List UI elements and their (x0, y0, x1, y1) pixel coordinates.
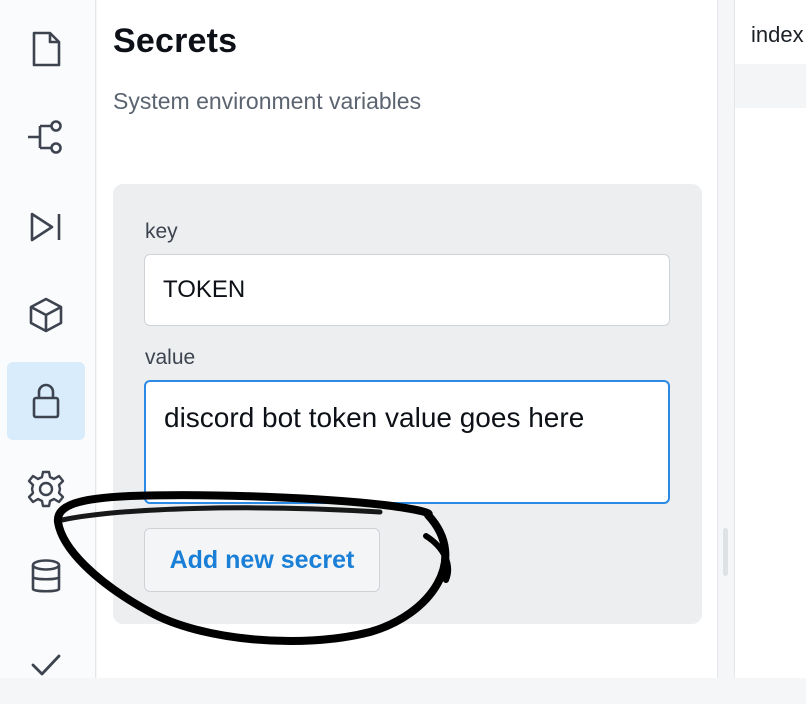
key-label: key (145, 220, 178, 243)
secrets-panel: Secrets System environment variables key… (97, 0, 718, 678)
sidebar-item-version-control[interactable] (7, 98, 85, 176)
editor-area: index (734, 0, 806, 678)
sidebar-item-settings[interactable] (7, 450, 85, 528)
sidebar-item-files[interactable] (7, 10, 85, 88)
gear-icon (26, 469, 66, 509)
editor-tab[interactable]: index (735, 0, 806, 64)
value-textarea[interactable]: discord bot token value goes here (144, 380, 670, 504)
sidebar-item-packages[interactable] (7, 276, 85, 354)
sidebar-nav (0, 0, 96, 678)
sidebar-item-run[interactable] (7, 188, 85, 266)
page-subtitle: System environment variables (113, 88, 422, 114)
key-input-value: TOKEN (163, 276, 246, 303)
check-icon (29, 651, 63, 679)
package-icon (28, 296, 64, 334)
sidebar-item-database[interactable] (7, 538, 85, 616)
git-branch-icon (26, 119, 66, 155)
new-secret-form: key TOKEN value discord bot token value … (113, 184, 702, 624)
editor-tab-bar: index (735, 0, 806, 108)
add-secret-button[interactable]: Add new secret (144, 528, 380, 592)
page-title: Secrets (113, 22, 238, 60)
lock-icon (31, 382, 61, 420)
file-icon (29, 30, 63, 68)
panel-scrollbar[interactable] (723, 528, 728, 576)
editor-tab-label: index (751, 22, 804, 47)
value-label: value (145, 346, 196, 369)
key-input[interactable]: TOKEN (144, 254, 670, 326)
sidebar-item-secrets[interactable] (7, 362, 85, 440)
value-textarea-text: discord bot token value goes here (164, 402, 585, 433)
run-icon (28, 211, 64, 243)
sidebar-item-tests[interactable] (7, 626, 85, 704)
database-icon (29, 558, 63, 596)
